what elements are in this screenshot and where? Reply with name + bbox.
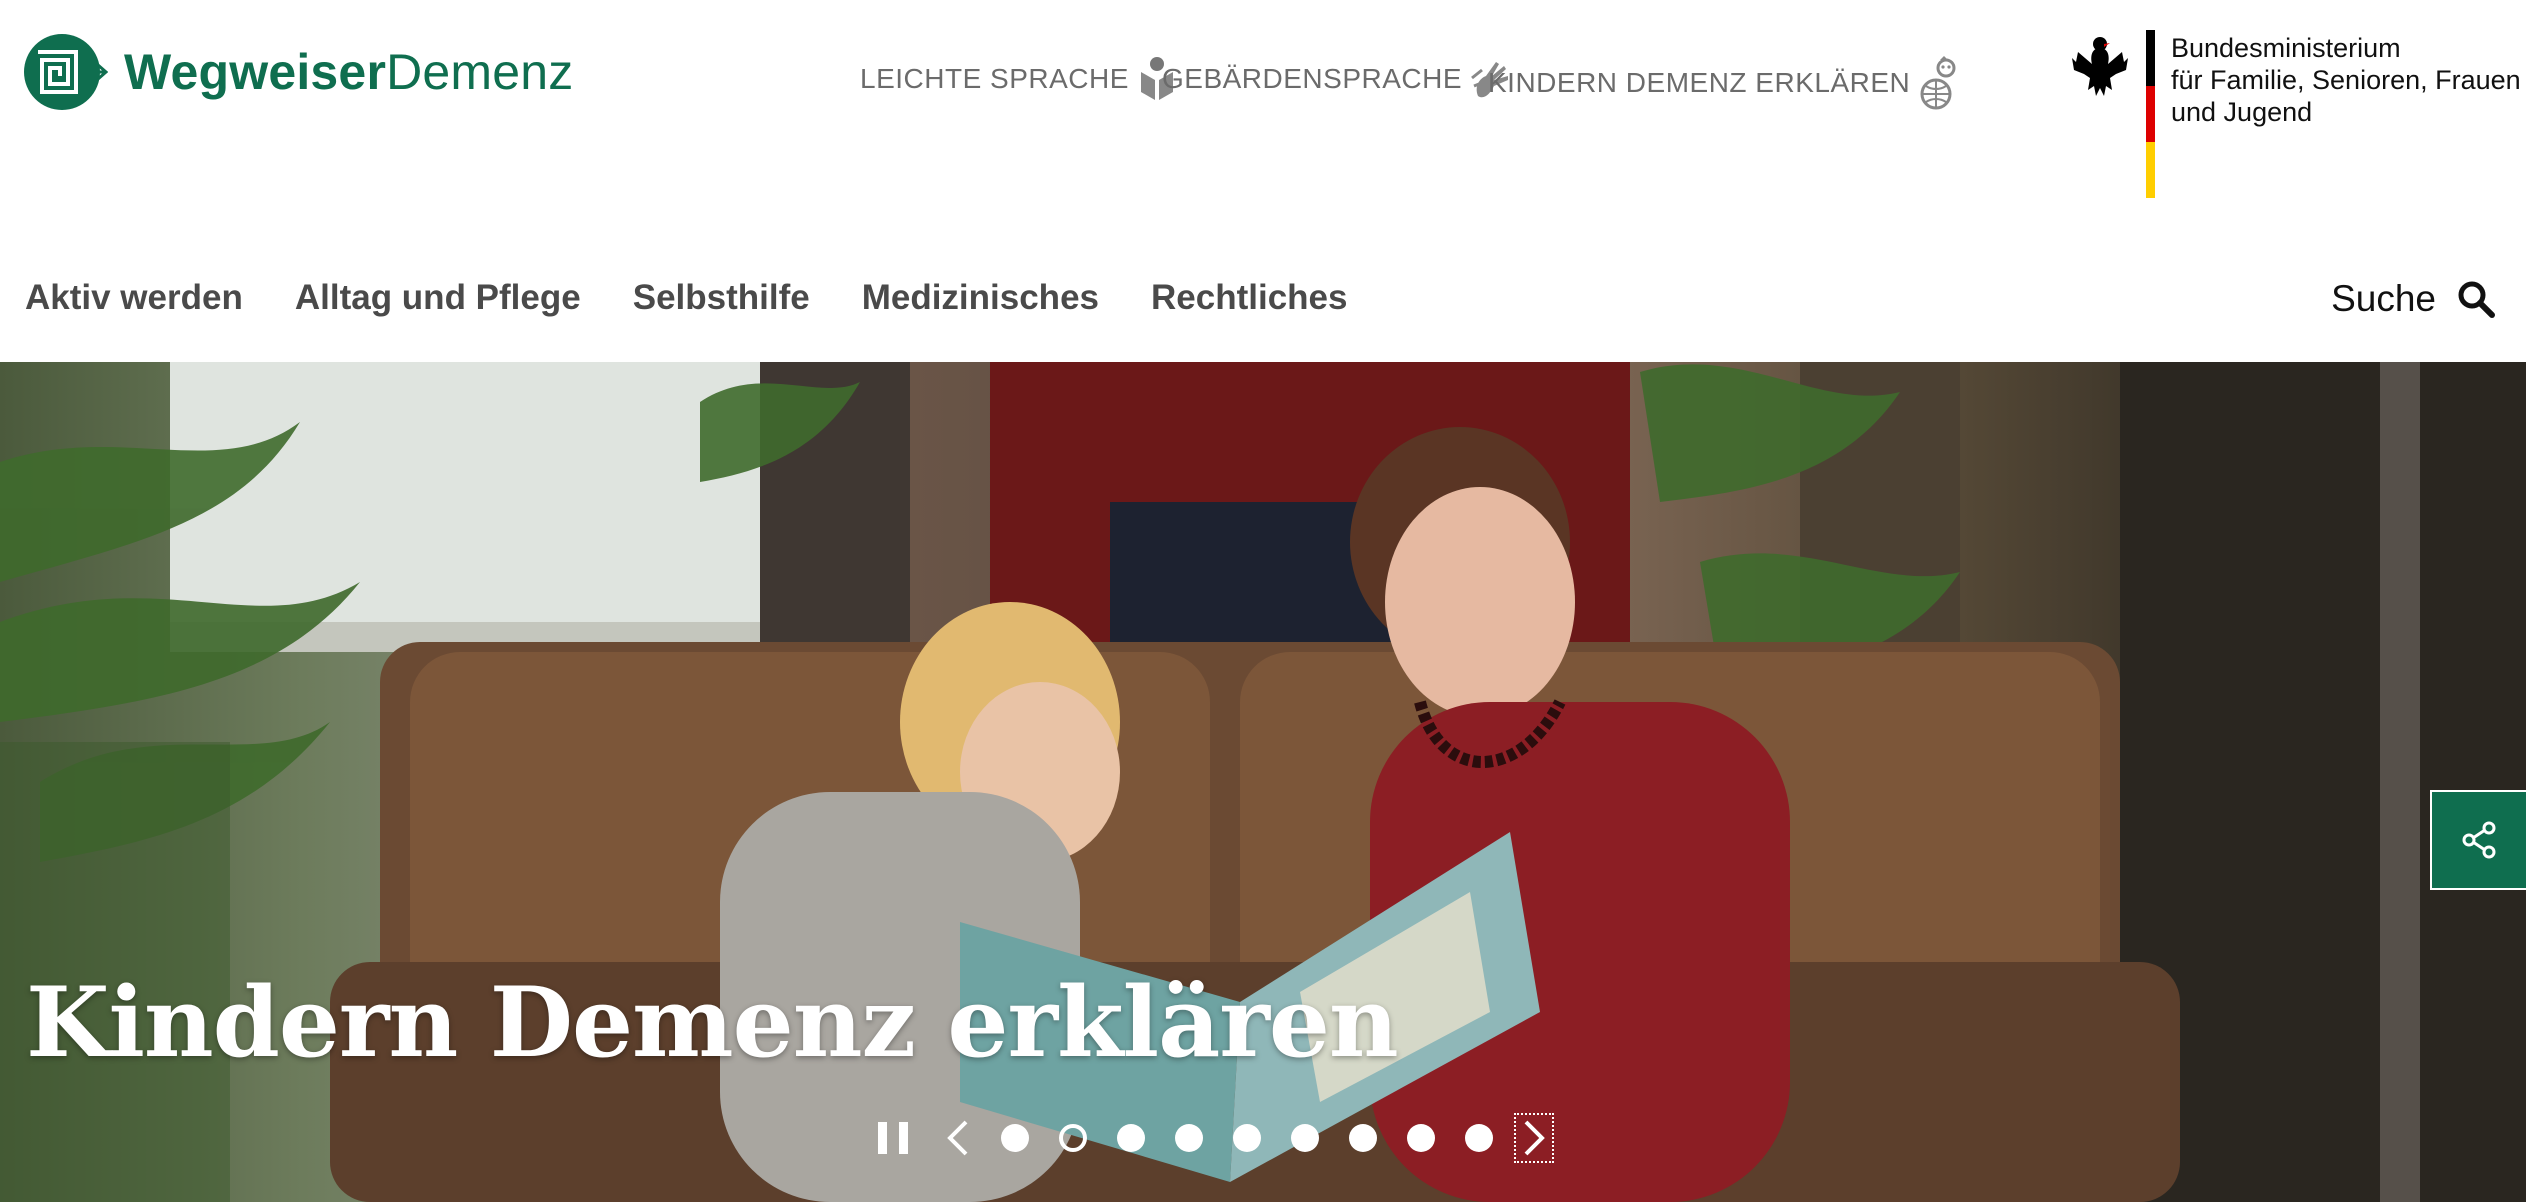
- nav-item-alltag-und-pflege[interactable]: Alltag und Pflege: [295, 278, 581, 318]
- search-button[interactable]: Suche: [2331, 278, 2496, 320]
- slide-dot-4[interactable]: [1175, 1124, 1203, 1152]
- search-icon: [2458, 281, 2495, 318]
- german-flag-bar: [2146, 30, 2155, 198]
- next-slide-button[interactable]: [1514, 1113, 1554, 1163]
- slide-indicators: [986, 1124, 1508, 1152]
- search-label: Suche: [2331, 278, 2436, 319]
- main-navigation: Aktiv werden Alltag und Pflege Selbsthil…: [25, 278, 1399, 318]
- slide-dot-6[interactable]: [1291, 1124, 1319, 1152]
- flag-black: [2146, 30, 2155, 86]
- kindern-demenz-label: KINDERN DEMENZ ERKLÄREN: [1488, 67, 1911, 98]
- slide-dot-7[interactable]: [1349, 1124, 1377, 1152]
- kinder-globe-icon: [1920, 56, 1956, 110]
- ministry-line-2: für Familie, Senioren, Frauen: [2171, 65, 2521, 95]
- slide-dot-2[interactable]: [1059, 1124, 1087, 1152]
- ministry-line-1: Bundesministerium: [2171, 33, 2401, 63]
- logo-wordmark: WegweiserDemenz: [124, 44, 574, 100]
- slide-dot-5[interactable]: [1233, 1124, 1261, 1152]
- pause-button[interactable]: [878, 1118, 908, 1158]
- slide-dot-9[interactable]: [1465, 1124, 1493, 1152]
- kindern-demenz-link[interactable]: KINDERN DEMENZ ERKLÄREN: [1488, 56, 1962, 110]
- nav-item-selbsthilfe[interactable]: Selbsthilfe: [633, 278, 810, 318]
- slide-dot-8[interactable]: [1407, 1124, 1435, 1152]
- maze-logo-icon: [24, 34, 108, 110]
- share-button[interactable]: [2430, 790, 2526, 890]
- ministry-name: Bundesministerium für Familie, Senioren,…: [2171, 32, 2521, 198]
- ministry-logo[interactable]: Bundesministerium für Familie, Senioren,…: [2070, 30, 2521, 198]
- leichte-sprache-link[interactable]: LEICHTE SPRACHE: [860, 56, 1177, 102]
- flag-red: [2146, 86, 2155, 142]
- hero-carousel: Kindern Demenz erklären: [0, 362, 2526, 1202]
- leichte-sprache-label: LEICHTE SPRACHE: [860, 63, 1129, 94]
- federal-eagle-icon: [2072, 37, 2128, 96]
- gebaerdensprache-label: GEBÄRDENSPRACHE: [1162, 63, 1463, 94]
- share-icon: [2462, 821, 2496, 859]
- nav-item-aktiv-werden[interactable]: Aktiv werden: [25, 278, 243, 318]
- flag-gold: [2146, 142, 2155, 198]
- nav-item-medizinisches[interactable]: Medizinisches: [862, 278, 1099, 318]
- hero-title: Kindern Demenz erklären: [26, 966, 1399, 1079]
- slide-dot-1[interactable]: [1001, 1124, 1029, 1152]
- pause-bar-left: [878, 1122, 887, 1154]
- chevron-left-icon: [947, 1120, 968, 1156]
- chevron-right-icon: [1524, 1120, 1545, 1156]
- pause-bar-right: [899, 1122, 908, 1154]
- site-logo[interactable]: WegweiserDemenz: [24, 30, 574, 114]
- carousel-controls: [878, 1113, 1554, 1163]
- slide-dot-3[interactable]: [1117, 1124, 1145, 1152]
- ministry-line-3: und Jugend: [2171, 97, 2313, 127]
- nav-item-rechtliches[interactable]: Rechtliches: [1151, 278, 1347, 318]
- previous-slide-button[interactable]: [940, 1115, 976, 1161]
- gebaerdensprache-link[interactable]: GEBÄRDENSPRACHE: [1162, 56, 1514, 102]
